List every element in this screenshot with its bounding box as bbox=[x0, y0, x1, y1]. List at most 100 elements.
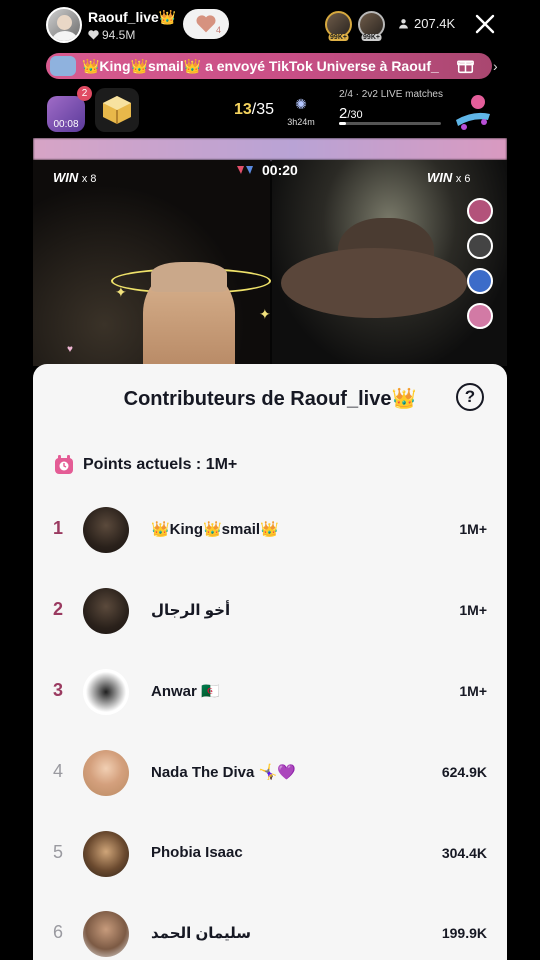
contributor-name: أخو الرجال bbox=[151, 602, 231, 619]
guest-avatars-column bbox=[467, 198, 493, 329]
battle-timer-value: 00:20 bbox=[262, 162, 298, 178]
contributor-name: Phobia Isaac bbox=[151, 844, 243, 861]
avatar[interactable] bbox=[83, 911, 129, 957]
contributor-row[interactable]: 6 سليمان الحمد 199.9K bbox=[33, 904, 507, 960]
contributor-points: 624.9K bbox=[441, 764, 487, 780]
help-icon[interactable]: ? bbox=[456, 383, 484, 411]
matches-count: 2/30 bbox=[339, 105, 443, 122]
match-countdown-label: 3h24m bbox=[287, 117, 315, 127]
contributor-rank: 5 bbox=[53, 842, 64, 862]
host-likes-count: 94.5M bbox=[102, 27, 136, 42]
ranking-score[interactable]: 13/35 bbox=[234, 101, 274, 119]
contributor-points: 1M+ bbox=[459, 521, 487, 537]
contributor-name: Anwar 🇩🇿 bbox=[151, 683, 220, 700]
contributor-row[interactable]: 5 Phobia Isaac 304.4K bbox=[33, 824, 507, 884]
win-streak-right: WIN x 6 bbox=[427, 170, 470, 185]
matches-label: 2/4 · 2v2 LIVE matches bbox=[339, 89, 443, 100]
avatar[interactable] bbox=[83, 588, 129, 634]
matches-info[interactable]: 2/4 · 2v2 LIVE matches 2/30 bbox=[339, 89, 443, 122]
viewer-badge: 99K+ bbox=[361, 34, 382, 41]
viewer-count[interactable]: 207.4K bbox=[398, 16, 455, 31]
chevron-right-icon[interactable]: › bbox=[493, 58, 498, 74]
top-viewer-avatar[interactable]: 99K+ bbox=[325, 11, 352, 41]
guest-avatar[interactable] bbox=[467, 198, 493, 224]
top-viewers[interactable]: 99K+ 99K+ bbox=[325, 11, 385, 41]
ranking-score-total: /35 bbox=[251, 101, 275, 118]
contributors-panel: Contributeurs de Raouf_live👑 ? Points ac… bbox=[33, 364, 507, 960]
win-label: WIN bbox=[427, 170, 453, 185]
current-points-label: Points actuels : 1M+ bbox=[83, 456, 238, 473]
event-badge-timer: 00:08 bbox=[53, 119, 79, 130]
gift-notification-banner[interactable]: 👑King👑smail👑 a envoyé TikTok Universe à … bbox=[46, 53, 492, 79]
sparkle-icon: ✦ bbox=[259, 306, 271, 322]
host-likes: 94.5M bbox=[88, 28, 176, 42]
cube-icon bbox=[103, 96, 131, 124]
firework-icon: ✺ bbox=[295, 96, 307, 112]
matches-total: /30 bbox=[347, 109, 363, 121]
avatar[interactable] bbox=[83, 507, 129, 553]
contributor-name: Nada The Diva 🤸‍♀️💜 bbox=[151, 764, 296, 781]
contributor-points: 1M+ bbox=[459, 683, 487, 699]
contributor-rank: 6 bbox=[53, 922, 64, 942]
event-badge-count: 2 bbox=[77, 86, 92, 101]
gift-icon bbox=[457, 60, 474, 74]
battle-timer: 00:20 bbox=[235, 162, 298, 178]
heart-icon bbox=[88, 29, 99, 40]
matches-progress-bar bbox=[339, 122, 441, 125]
contributor-points: 304.4K bbox=[441, 845, 487, 861]
host-info: Raouf_live👑 94.5M bbox=[88, 9, 176, 42]
win-count: x 8 bbox=[81, 173, 97, 185]
guest-avatar[interactable] bbox=[467, 303, 493, 329]
viewers-icon bbox=[399, 19, 408, 29]
versus-icon bbox=[237, 166, 253, 174]
contributor-rank: 1 bbox=[53, 518, 64, 538]
top-viewer-avatar[interactable]: 99K+ bbox=[358, 11, 385, 41]
sparkle-icon: ✦ bbox=[115, 284, 127, 300]
contributor-rank: 4 bbox=[53, 761, 64, 781]
follow-button[interactable]: 4 bbox=[183, 9, 229, 39]
avatar[interactable] bbox=[83, 750, 129, 796]
current-points: Points actuels : 1M+ bbox=[53, 454, 237, 476]
live-video[interactable]: ✦ ✦ ♥ WIN x 8 00:20 WIN x 6 bbox=[33, 138, 507, 366]
live-top-bar: Raouf_live👑 94.5M 4 99K+ 99K+ 207.4K bbox=[0, 0, 540, 52]
points-icon bbox=[55, 455, 73, 474]
contributor-rank: 3 bbox=[53, 680, 64, 700]
avatar[interactable] bbox=[83, 831, 129, 877]
heart-icon bbox=[196, 15, 216, 33]
ranking-score-current: 13 bbox=[234, 101, 252, 118]
contributor-row[interactable]: 4 Nada The Diva 🤸‍♀️💜 624.9K bbox=[33, 743, 507, 803]
guest-avatar[interactable] bbox=[467, 268, 493, 294]
battle-progress-bar bbox=[33, 138, 507, 160]
guest-avatar[interactable] bbox=[467, 233, 493, 259]
close-icon[interactable] bbox=[474, 13, 496, 35]
win-count: x 6 bbox=[455, 173, 471, 185]
contributor-points: 199.9K bbox=[441, 925, 487, 941]
contributor-name: 👑King👑smail👑 bbox=[151, 521, 279, 538]
matches-progress-fill bbox=[339, 122, 346, 125]
host-face bbox=[143, 262, 235, 366]
win-label: WIN bbox=[53, 170, 79, 185]
contributor-row[interactable]: 2 أخو الرجال 1M+ bbox=[33, 581, 507, 641]
contributor-row[interactable]: 1 👑King👑smail👑 1M+ bbox=[33, 500, 507, 560]
panel-title: Contributeurs de Raouf_live👑 bbox=[123, 388, 417, 410]
treasure-box-badge[interactable] bbox=[95, 88, 139, 132]
contributor-points: 1M+ bbox=[459, 602, 487, 618]
gift-banner-text: 👑King👑smail👑 a envoyé TikTok Universe à … bbox=[82, 57, 439, 74]
follow-count: 4 bbox=[215, 25, 221, 35]
guest-hat-brim bbox=[281, 248, 467, 318]
avatar[interactable] bbox=[83, 669, 129, 715]
tiktok-universe-icon bbox=[50, 56, 76, 76]
host-name: Raouf_live👑 bbox=[88, 8, 177, 25]
contributor-row[interactable]: 3 Anwar 🇩🇿 1M+ bbox=[33, 662, 507, 722]
heart-icon: ♥ bbox=[67, 344, 73, 355]
host-avatar[interactable] bbox=[46, 7, 82, 43]
help-label: ? bbox=[464, 387, 476, 406]
host-profile[interactable]: Raouf_live👑 94.5M bbox=[46, 6, 176, 44]
skateboard-icon[interactable] bbox=[450, 90, 496, 132]
contributor-rank: 2 bbox=[53, 599, 64, 619]
viewer-count-value: 207.4K bbox=[414, 16, 456, 31]
event-badge[interactable]: 2 00:08 bbox=[47, 86, 92, 132]
contributor-name: سليمان الحمد bbox=[151, 925, 251, 942]
viewer-badge: 99K+ bbox=[328, 34, 349, 41]
match-countdown: ✺ 3h24m bbox=[284, 96, 318, 127]
